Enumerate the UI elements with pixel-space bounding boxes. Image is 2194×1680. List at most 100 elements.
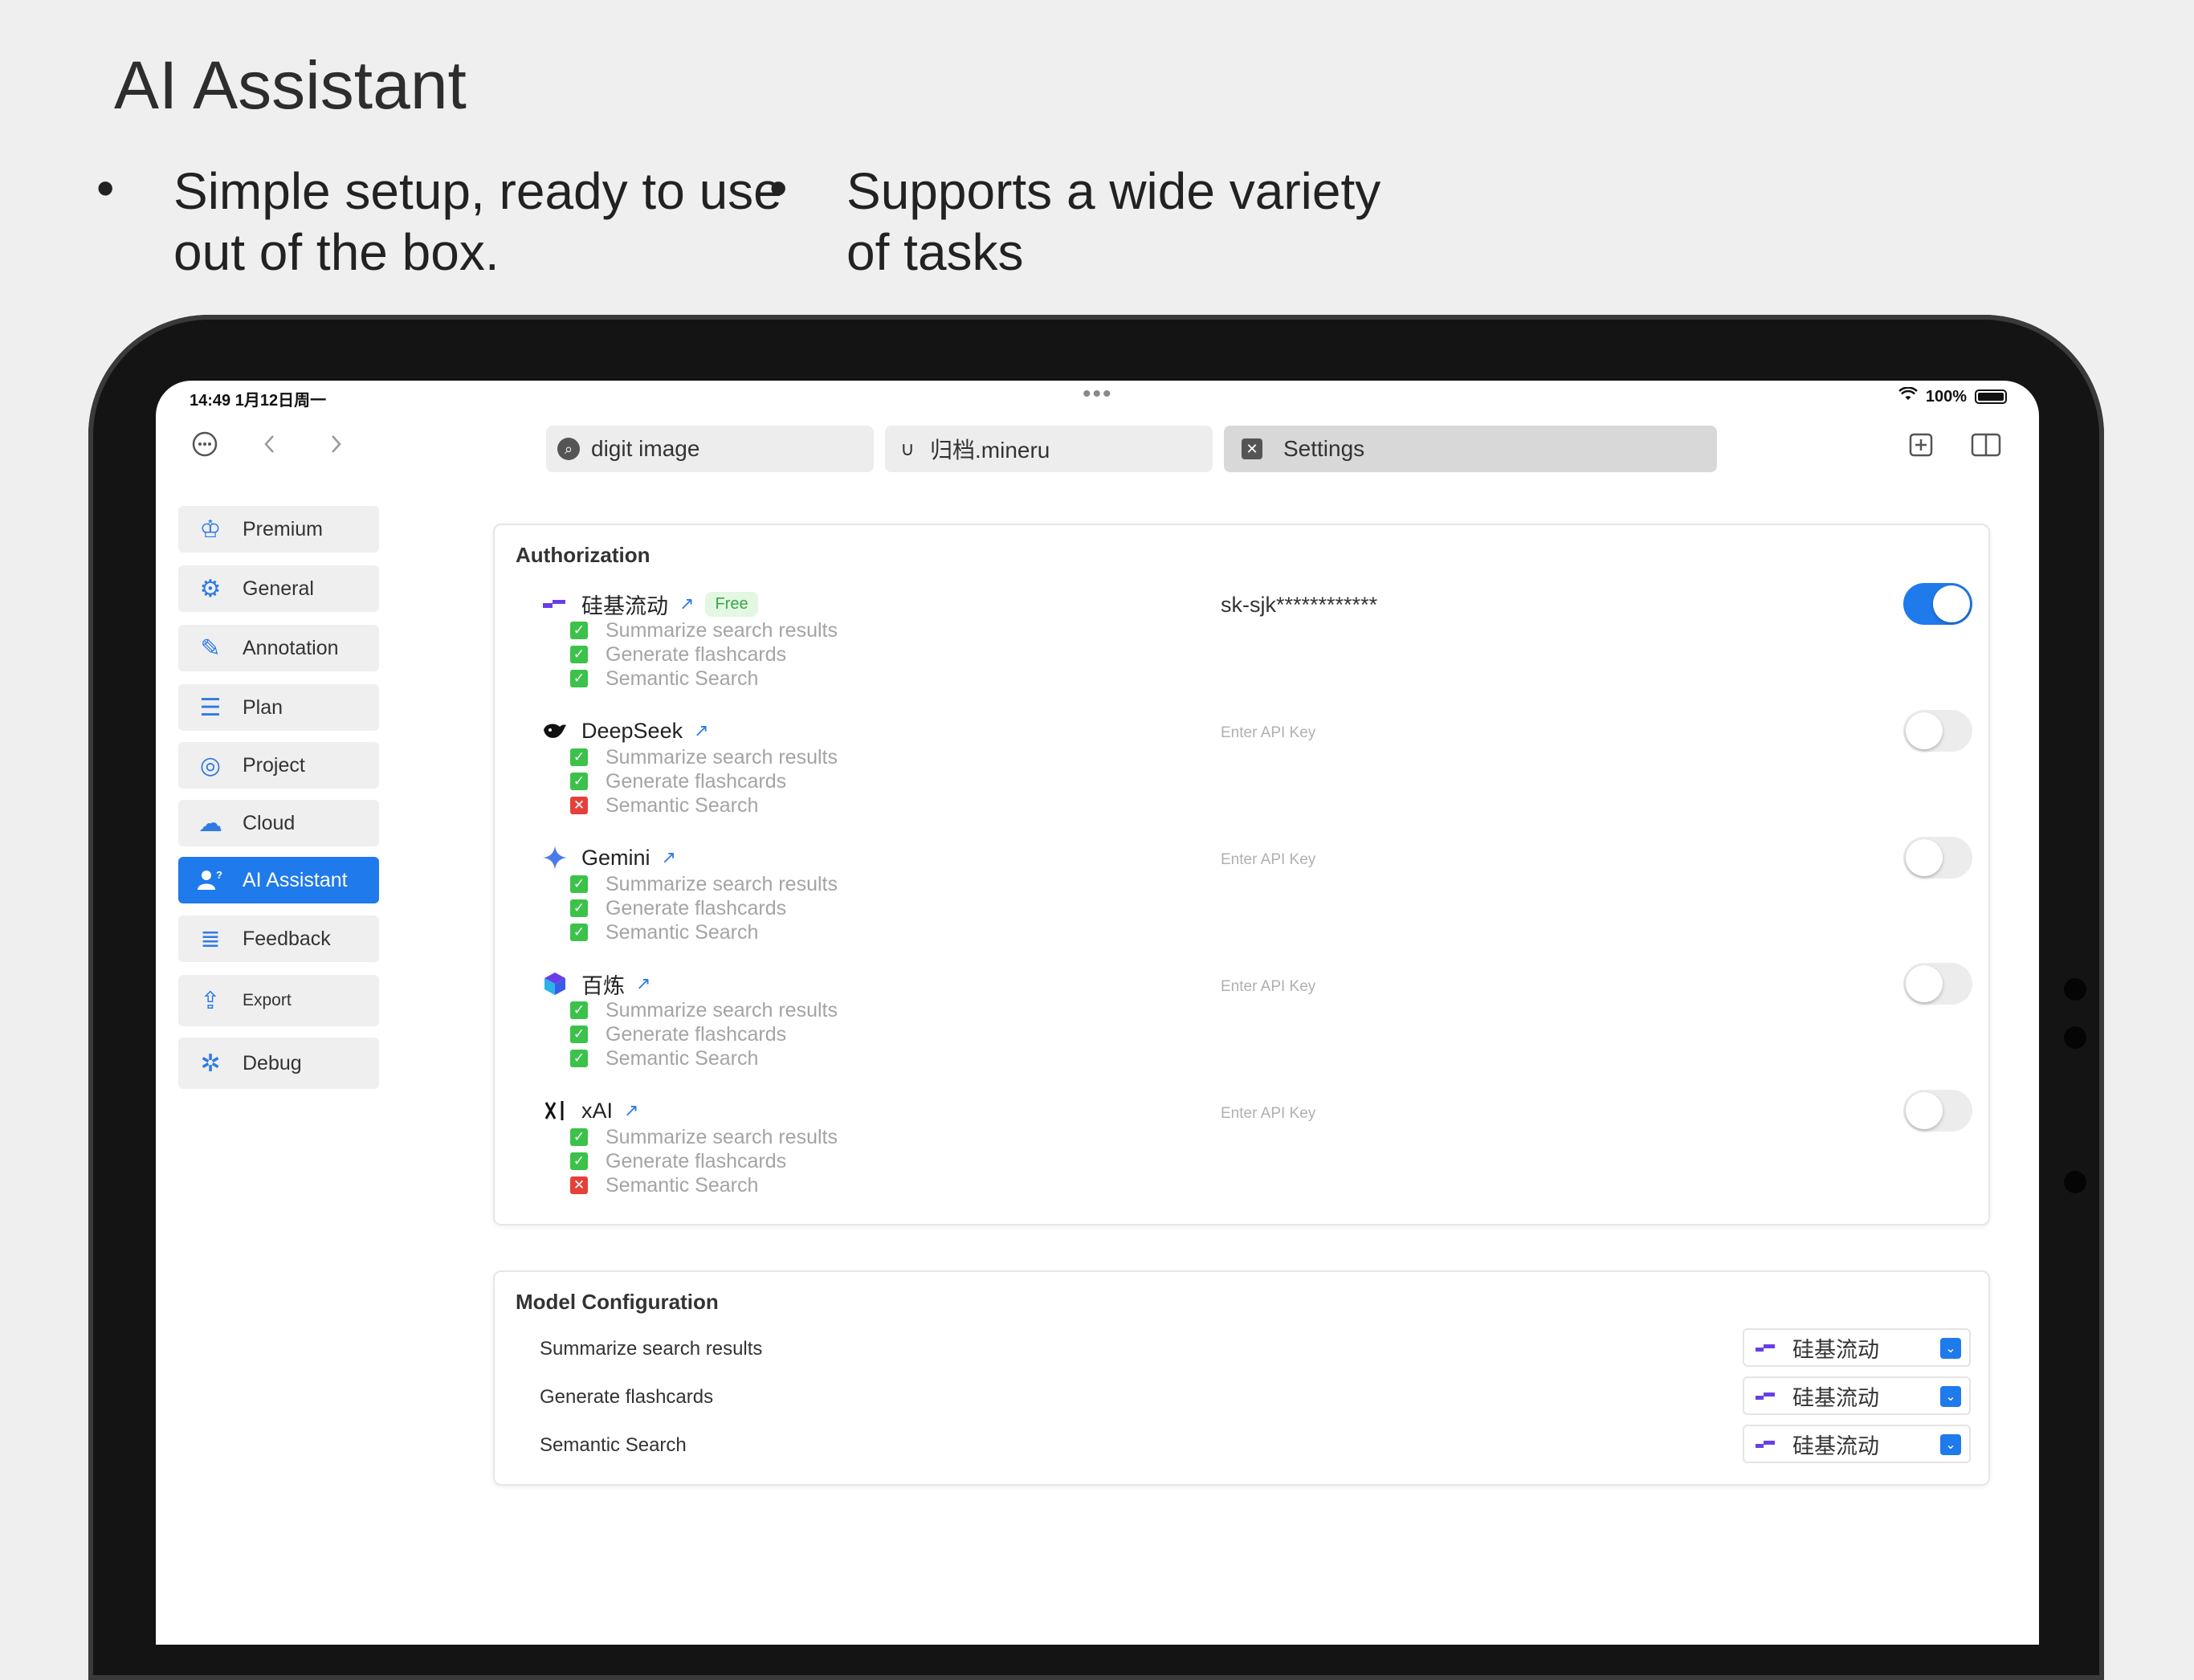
select-value: 硅基流动 xyxy=(1792,1433,1879,1458)
api-key-field[interactable]: Enter API Key xyxy=(1221,724,1315,742)
external-link-icon[interactable]: ↗ xyxy=(662,847,676,868)
provider-name: xAI xyxy=(581,1098,614,1123)
database-icon: ≣ xyxy=(200,925,221,952)
external-link-icon[interactable]: ↗ xyxy=(679,593,694,614)
tab-settings[interactable]: ✕ Settings xyxy=(1224,426,1717,472)
sidebar-item-export[interactable]: ⇪ Export xyxy=(178,975,379,1026)
sidebar-item-debug[interactable]: ✲ Debug xyxy=(178,1038,379,1089)
battery-icon xyxy=(1975,389,2007,404)
bullet-dot: • xyxy=(769,159,788,217)
ellipsis-circle-icon[interactable] xyxy=(191,430,218,465)
promo-bullet-text: Simple setup, ready to use out of the bo… xyxy=(173,162,782,281)
share-icon: ⇪ xyxy=(200,987,221,1014)
plus-square-icon[interactable] xyxy=(1908,432,1934,465)
sidebar-icon[interactable] xyxy=(1971,432,2001,465)
sidebar-item-label: Plan xyxy=(243,695,283,719)
sidebar-item-plan[interactable]: ☰ Plan xyxy=(178,684,379,731)
wifi-icon xyxy=(1898,386,1918,406)
multitasking-dots[interactable]: ••• xyxy=(1083,381,1113,408)
checkmark-icon: ✓ xyxy=(570,924,588,941)
device-side-button xyxy=(2064,1026,2086,1049)
sidebar-item-label: Export xyxy=(243,991,292,1009)
sidebar-item-general[interactable]: ⚙ General xyxy=(178,565,379,612)
crown-icon: ♔ xyxy=(199,516,222,543)
provider-toggle[interactable] xyxy=(1903,583,1972,625)
siliconflow-logo-icon xyxy=(541,590,569,618)
sidebar-item-label: AI Assistant xyxy=(243,868,348,891)
chevron-right-icon[interactable] xyxy=(326,430,345,465)
model-select-flashcards[interactable]: 硅基流动 ⌄ xyxy=(1743,1376,1971,1415)
external-link-icon[interactable]: ↗ xyxy=(694,720,708,741)
external-link-icon[interactable]: ↗ xyxy=(636,973,650,994)
checkmark-icon: ✓ xyxy=(570,1001,588,1019)
provider-bailian: 百炼 ↗ ✓ Summarize search results ✓ Generate… xyxy=(541,969,838,1070)
provider-deepseek: DeepSeek ↗ ✓ Summarize search results ✓ Ge… xyxy=(541,716,838,818)
tab-label: Settings xyxy=(1283,436,1365,461)
api-key-field[interactable]: Enter API Key xyxy=(1221,851,1315,869)
provider-name: DeepSeek xyxy=(581,718,683,743)
task-label: Summarize search results xyxy=(606,745,838,769)
task-label: Generate flashcards xyxy=(606,642,787,666)
api-key-field[interactable]: Enter API Key xyxy=(1221,978,1315,996)
status-right: 100% xyxy=(1898,386,2007,406)
task-label: Semantic Search xyxy=(606,920,759,944)
model-select-semantic-search[interactable]: 硅基流动 ⌄ xyxy=(1743,1425,1971,1463)
checkmark-icon: ✓ xyxy=(570,748,588,766)
provider-toggle[interactable] xyxy=(1903,837,1972,879)
sidebar-item-annotation[interactable]: ✎ Annotation xyxy=(178,625,379,671)
sidebar-item-ai-assistant[interactable]: ? AI Assistant xyxy=(178,857,379,903)
provider-toggle[interactable] xyxy=(1903,710,1972,752)
provider-name: 百炼 xyxy=(581,973,625,998)
status-time: 14:49 1月12日周一 xyxy=(190,392,327,410)
search-icon: ⌕ xyxy=(557,438,580,460)
checkmark-icon: ✓ xyxy=(570,1026,588,1043)
task-label: Generate flashcards xyxy=(606,1149,787,1172)
sidebar-item-project[interactable]: ◎ Project xyxy=(178,742,379,789)
task-label: Semantic Search xyxy=(606,1173,759,1197)
checkmark-icon: ✓ xyxy=(570,875,588,893)
api-key-field[interactable]: Enter API Key xyxy=(1221,1105,1315,1123)
task-label: Semantic Search xyxy=(606,1046,759,1070)
sidebar-item-cloud[interactable]: ☁ Cloud xyxy=(178,800,379,846)
siliconflow-logo-icon xyxy=(1756,1433,1778,1454)
tab-label: digit image xyxy=(591,436,700,461)
external-link-icon[interactable]: ↗ xyxy=(624,1100,638,1121)
sidebar-item-premium[interactable]: ♔ Premium xyxy=(178,506,379,553)
gemini-sparkle-icon xyxy=(541,844,569,871)
checkmark-icon: ✓ xyxy=(570,1152,588,1170)
checkmark-icon: ✓ xyxy=(570,1128,588,1146)
target-icon: ◎ xyxy=(199,752,222,779)
provider-name: Gemini xyxy=(581,845,650,870)
list-icon: ☰ xyxy=(199,694,222,721)
select-value: 硅基流动 xyxy=(1792,1337,1879,1362)
select-value: 硅基流动 xyxy=(1792,1385,1879,1410)
sidebar-item-label: General xyxy=(243,577,314,600)
siliconflow-logo-icon xyxy=(1756,1385,1778,1406)
tab-digit-image[interactable]: ⌕ digit image xyxy=(546,426,874,472)
checkmark-icon: ✓ xyxy=(570,1050,588,1067)
sidebar-item-feedback[interactable]: ≣ Feedback xyxy=(178,915,379,962)
model-select-summarize[interactable]: 硅基流动 ⌄ xyxy=(1743,1328,1971,1367)
chevron-down-icon: ⌄ xyxy=(1940,1338,1961,1359)
sidebar-item-label: Annotation xyxy=(243,636,339,659)
checkmark-icon: ✓ xyxy=(570,622,588,639)
config-row-label: Summarize search results xyxy=(540,1338,763,1360)
task-label: Generate flashcards xyxy=(606,1022,787,1046)
close-icon[interactable]: ✕ xyxy=(1242,438,1262,459)
checkmark-icon: ✓ xyxy=(570,646,588,663)
person-question-icon: ? xyxy=(196,866,225,895)
bullet-dot: • xyxy=(96,159,115,217)
deepseek-whale-icon xyxy=(541,717,569,744)
free-badge: Free xyxy=(705,591,758,617)
task-label: Summarize search results xyxy=(606,618,838,642)
provider-toggle[interactable] xyxy=(1903,963,1972,1005)
provider-toggle[interactable] xyxy=(1903,1090,1972,1132)
provider-xai: xAI ↗ ✓ Summarize search results ✓ Generat… xyxy=(541,1096,838,1197)
provider-name: 硅基流动 xyxy=(581,593,668,618)
tab-mineru-archive[interactable]: ∪ 归档.mineru xyxy=(885,426,1213,472)
promo-bullet-text: Supports a wide variety of tasks xyxy=(846,162,1381,281)
config-row-label: Semantic Search xyxy=(540,1434,687,1456)
api-key-field[interactable]: sk-sjk************ xyxy=(1221,593,1377,618)
chevron-left-icon[interactable] xyxy=(260,430,279,465)
authorization-card: Authorization 硅基流动 ↗ Free ✓ Summarize sea… xyxy=(493,524,1990,1225)
